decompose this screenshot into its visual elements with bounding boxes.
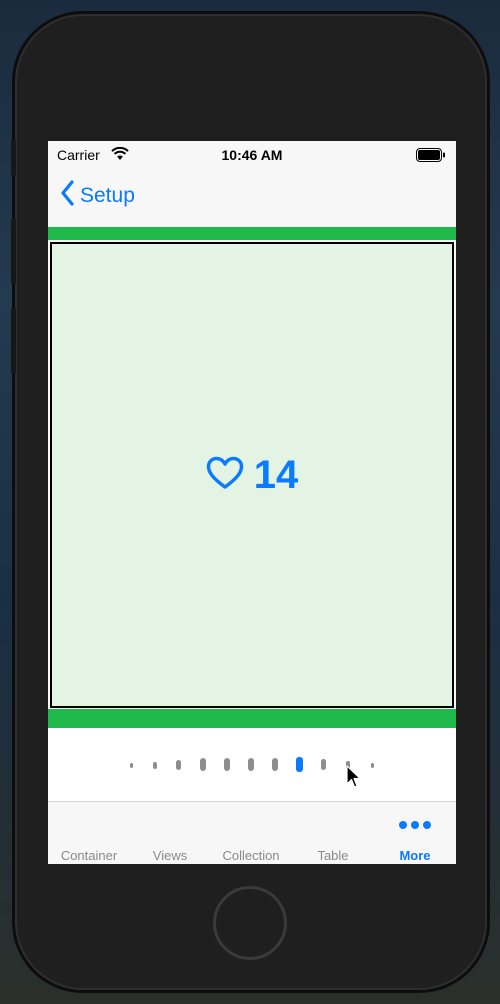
tab-container[interactable]: Container: [48, 802, 130, 864]
status-bar: Carrier 10:46 AM: [48, 141, 456, 169]
volume-up-button: [11, 218, 16, 284]
page-dot[interactable]: [176, 760, 181, 770]
back-button[interactable]: Setup: [60, 180, 135, 212]
app-screen: Carrier 10:46 AM Setup 14 Container View…: [48, 141, 456, 864]
chevron-left-icon: [60, 180, 74, 212]
page-control[interactable]: [48, 728, 456, 801]
volume-down-button: [11, 308, 16, 374]
page-dot[interactable]: [130, 763, 133, 768]
page-dot[interactable]: [248, 758, 254, 771]
tab-label: More: [399, 848, 431, 863]
page-dot[interactable]: [153, 762, 157, 769]
tab-label: Views: [152, 848, 188, 863]
page-card[interactable]: 14: [50, 242, 454, 708]
tab-label: Table: [317, 848, 349, 863]
page-dot[interactable]: [321, 759, 326, 770]
mute-switch: [11, 140, 16, 176]
tab-views[interactable]: Views: [130, 802, 210, 864]
page-dot[interactable]: [224, 758, 230, 771]
home-button[interactable]: [213, 886, 287, 960]
like-counter: 14: [52, 244, 452, 706]
tab-table[interactable]: Table: [292, 802, 374, 864]
status-time: 10:46 AM: [221, 147, 283, 163]
bottom-green-bar: [48, 709, 456, 728]
heart-outline-icon: [206, 456, 244, 495]
tab-more[interactable]: More: [374, 802, 456, 864]
page-dot[interactable]: [272, 758, 278, 771]
mouse-pointer-icon: [346, 765, 362, 794]
navigation-bar: Setup: [48, 169, 456, 227]
battery-icon: [416, 148, 446, 165]
tab-bar: Container Views Collection Table More: [48, 801, 456, 864]
page-dot-active[interactable]: [296, 757, 303, 772]
tab-label: Collection: [222, 848, 280, 863]
top-green-bar: [48, 227, 456, 240]
like-count: 14: [253, 453, 299, 497]
tab-collection[interactable]: Collection: [210, 802, 292, 864]
page-dot[interactable]: [200, 758, 206, 771]
back-label: Setup: [80, 184, 135, 207]
page-dot[interactable]: [371, 763, 374, 768]
tab-label: Container: [60, 848, 118, 863]
ellipsis-icon: [374, 821, 456, 829]
